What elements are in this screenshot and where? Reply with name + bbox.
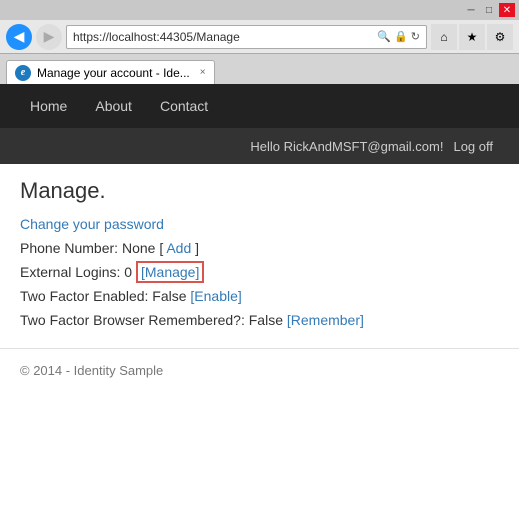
logoff-link[interactable]: Log off bbox=[443, 131, 503, 162]
phone-number-label: Phone Number: bbox=[20, 240, 118, 256]
two-factor-row: Two Factor Enabled: False [Enable] bbox=[20, 288, 499, 304]
external-logins-count: 0 bbox=[124, 264, 132, 280]
nav-home[interactable]: Home bbox=[16, 88, 81, 124]
lock-icon: 🔒 bbox=[394, 30, 408, 43]
active-tab[interactable]: e Manage your account - Ide... × bbox=[6, 60, 215, 84]
footer: © 2014 - Identity Sample bbox=[0, 348, 519, 392]
change-password-row: Change your password bbox=[20, 216, 499, 232]
nav-menu: Home About Contact bbox=[0, 84, 519, 128]
refresh-icon[interactable]: ↻ bbox=[411, 30, 420, 43]
address-bar: ◀ ▶ https://localhost:44305/Manage 🔍 🔒 ↻… bbox=[0, 20, 519, 54]
tab-favicon: e bbox=[15, 65, 31, 81]
nav-contact[interactable]: Contact bbox=[146, 88, 222, 124]
url-text: https://localhost:44305/Manage bbox=[73, 30, 377, 44]
minimize-button[interactable]: ─ bbox=[463, 3, 479, 17]
external-logins-row: External Logins: 0 [Manage] bbox=[20, 264, 499, 280]
search-icon: 🔍 bbox=[377, 30, 391, 43]
manage-logins-link[interactable]: [Manage] bbox=[141, 264, 199, 280]
nav-about[interactable]: About bbox=[81, 88, 146, 124]
enable-two-factor-link[interactable]: [Enable] bbox=[190, 288, 241, 304]
tab-close-button[interactable]: × bbox=[200, 67, 206, 78]
tab-title: Manage your account - Ide... bbox=[37, 66, 190, 80]
user-greeting: Hello RickAndMSFT@gmail.com! bbox=[250, 139, 443, 154]
two-factor-value: False bbox=[152, 288, 186, 304]
user-bar: Hello RickAndMSFT@gmail.com! Log off bbox=[0, 128, 519, 164]
two-factor-browser-value: False bbox=[249, 312, 283, 328]
external-logins-label: External Logins: bbox=[20, 264, 120, 280]
add-phone-link[interactable]: Add bbox=[166, 240, 191, 256]
phone-number-value: None bbox=[122, 240, 155, 256]
two-factor-browser-row: Two Factor Browser Remembered?: False [R… bbox=[20, 312, 499, 328]
two-factor-label: Two Factor Enabled: bbox=[20, 288, 148, 304]
favorites-button[interactable]: ★ bbox=[459, 24, 485, 50]
home-button[interactable]: ⌂ bbox=[431, 24, 457, 50]
settings-button[interactable]: ⚙ bbox=[487, 24, 513, 50]
browser-icons: ⌂ ★ ⚙ bbox=[431, 24, 513, 50]
footer-text: © 2014 - Identity Sample bbox=[20, 363, 163, 378]
page-title: Manage. bbox=[20, 178, 499, 204]
maximize-button[interactable]: □ bbox=[481, 3, 497, 17]
close-button[interactable]: ✕ bbox=[499, 3, 515, 17]
two-factor-browser-label: Two Factor Browser Remembered?: bbox=[20, 312, 245, 328]
title-bar: ─ □ ✕ bbox=[0, 0, 519, 20]
url-icons: 🔍 🔒 ↻ bbox=[377, 30, 420, 43]
remember-browser-link[interactable]: [Remember] bbox=[287, 312, 364, 328]
back-button[interactable]: ◀ bbox=[6, 24, 32, 50]
tab-bar: e Manage your account - Ide... × bbox=[0, 54, 519, 84]
forward-button[interactable]: ▶ bbox=[36, 24, 62, 50]
url-box[interactable]: https://localhost:44305/Manage 🔍 🔒 ↻ bbox=[66, 25, 427, 49]
phone-number-row: Phone Number: None [ Add ] bbox=[20, 240, 499, 256]
main-content: Manage. Change your password Phone Numbe… bbox=[0, 164, 519, 328]
change-password-link[interactable]: Change your password bbox=[20, 216, 164, 232]
manage-box: [Manage] bbox=[136, 261, 204, 283]
phone-bracket-close: ] bbox=[195, 240, 199, 256]
